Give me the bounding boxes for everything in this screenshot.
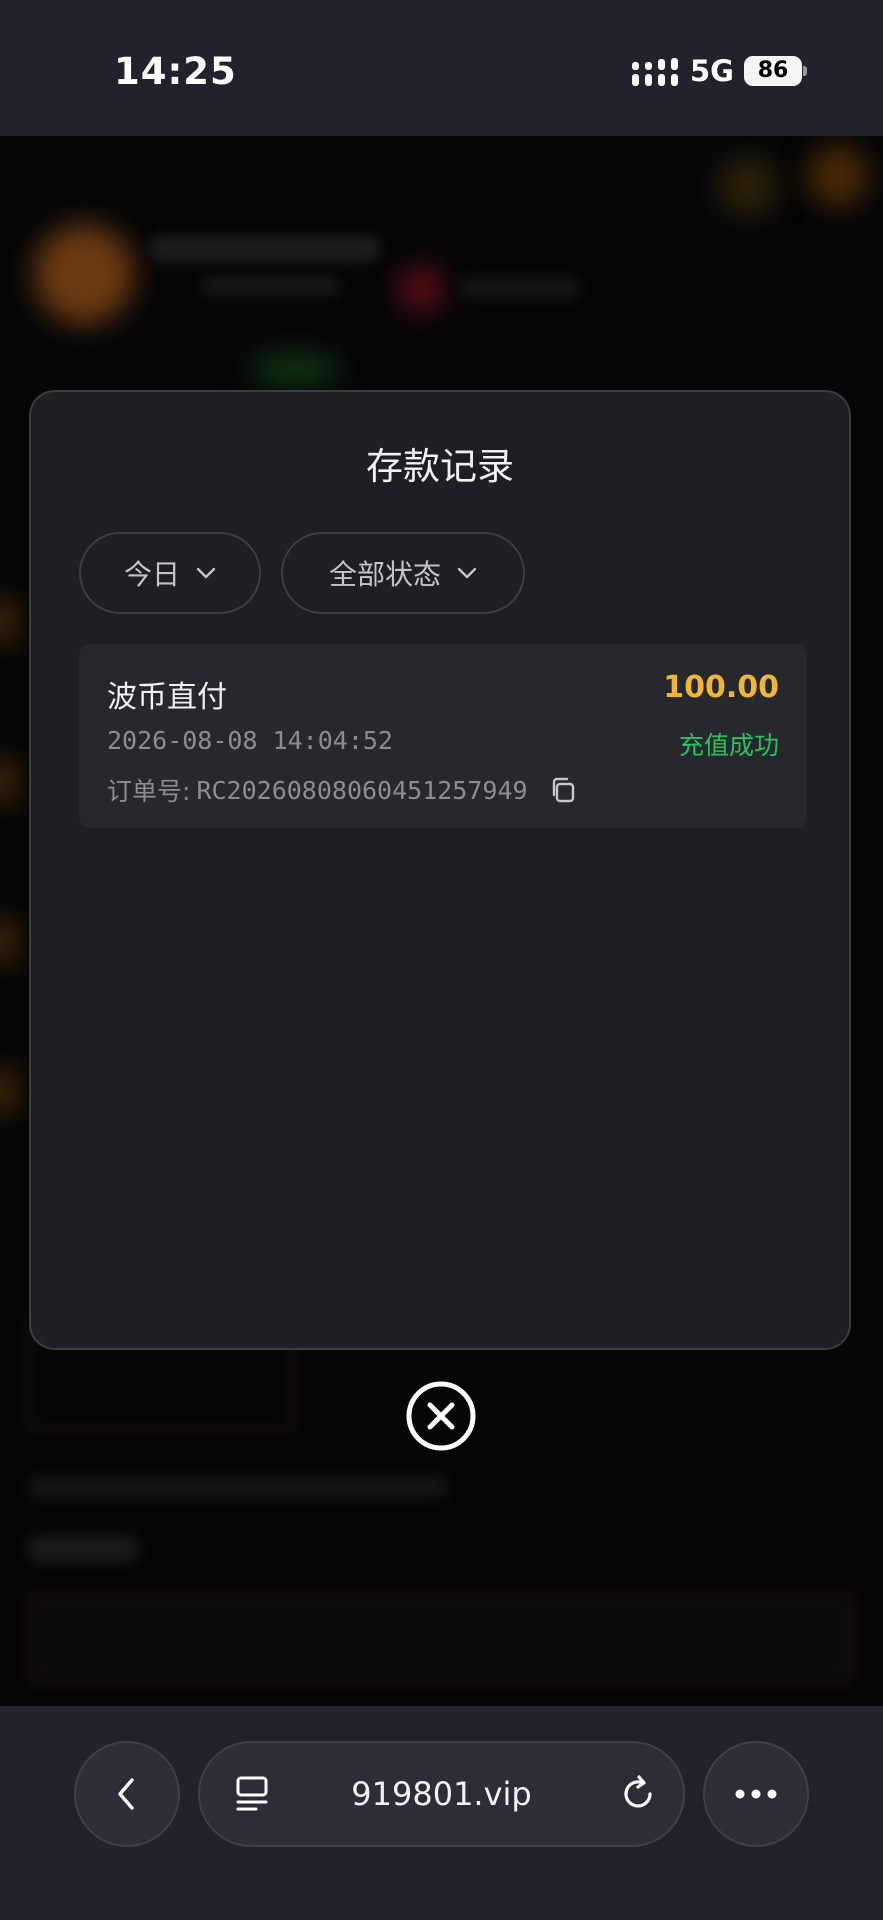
bg-text	[28, 1536, 138, 1562]
status-filter-label: 全部状态	[328, 558, 441, 591]
bg-avatar	[34, 224, 134, 324]
battery-icon: 86	[744, 56, 802, 86]
modal-title: 存款记录	[366, 445, 514, 488]
deposit-datetime: 2026-08-08 14:04:52	[107, 726, 393, 755]
chevron-down-icon	[457, 567, 477, 579]
order-number: RC20260808060451257949	[196, 775, 528, 805]
status-time: 14:25	[114, 50, 237, 93]
signal-strength-icon	[632, 58, 678, 86]
bg-highlight	[250, 354, 340, 384]
network-type: 5G	[690, 54, 734, 88]
address-bar[interactable]: 919801.vip	[198, 1741, 685, 1847]
url-text: 919801.vip	[351, 1775, 532, 1813]
more-button[interactable]	[703, 1741, 809, 1847]
browser-toolbar: 919801.vip	[0, 1706, 883, 1920]
chevron-left-icon	[118, 1778, 134, 1810]
bg-edge	[0, 756, 20, 806]
battery-tip	[803, 66, 807, 76]
bg-icon	[718, 156, 778, 216]
copy-icon[interactable]	[548, 775, 578, 805]
bg-edge	[0, 916, 20, 966]
status-badge: 充值成功	[678, 731, 779, 760]
chevron-down-icon	[196, 567, 216, 579]
bg-edge	[0, 596, 20, 646]
bg-text	[28, 1476, 448, 1498]
back-button[interactable]	[74, 1741, 180, 1847]
ellipsis-icon	[735, 1789, 777, 1799]
deposit-amount: 100.00	[663, 670, 779, 705]
bg-text	[200, 276, 340, 296]
order-number-row: 订单号: RC20260808060451257949	[107, 772, 578, 808]
bg-edge	[0, 1066, 20, 1116]
order-number-label: 订单号:	[107, 777, 191, 806]
bg-text	[150, 236, 380, 262]
date-filter-dropdown[interactable]: 今日	[79, 532, 261, 614]
bg-badge	[398, 266, 444, 312]
deposit-records-modal: 存款记录 今日 全部状态 波币直付 100.00 2026-08-08 14:0…	[29, 390, 851, 1350]
bg-text	[460, 278, 580, 298]
reload-icon[interactable]	[620, 1774, 658, 1814]
status-bar: 14:25 5G 86	[0, 0, 883, 136]
close-icon[interactable]	[405, 1380, 477, 1452]
battery-level: 86	[757, 58, 789, 83]
bg-icon	[808, 146, 868, 206]
bg-input	[28, 1592, 854, 1684]
payment-method: 波币直付	[107, 680, 227, 715]
status-filter-dropdown[interactable]: 全部状态	[281, 532, 525, 614]
date-filter-label: 今日	[123, 558, 180, 591]
deposit-record-item[interactable]: 波币直付 100.00 2026-08-08 14:04:52 充值成功 订单号…	[79, 644, 807, 828]
